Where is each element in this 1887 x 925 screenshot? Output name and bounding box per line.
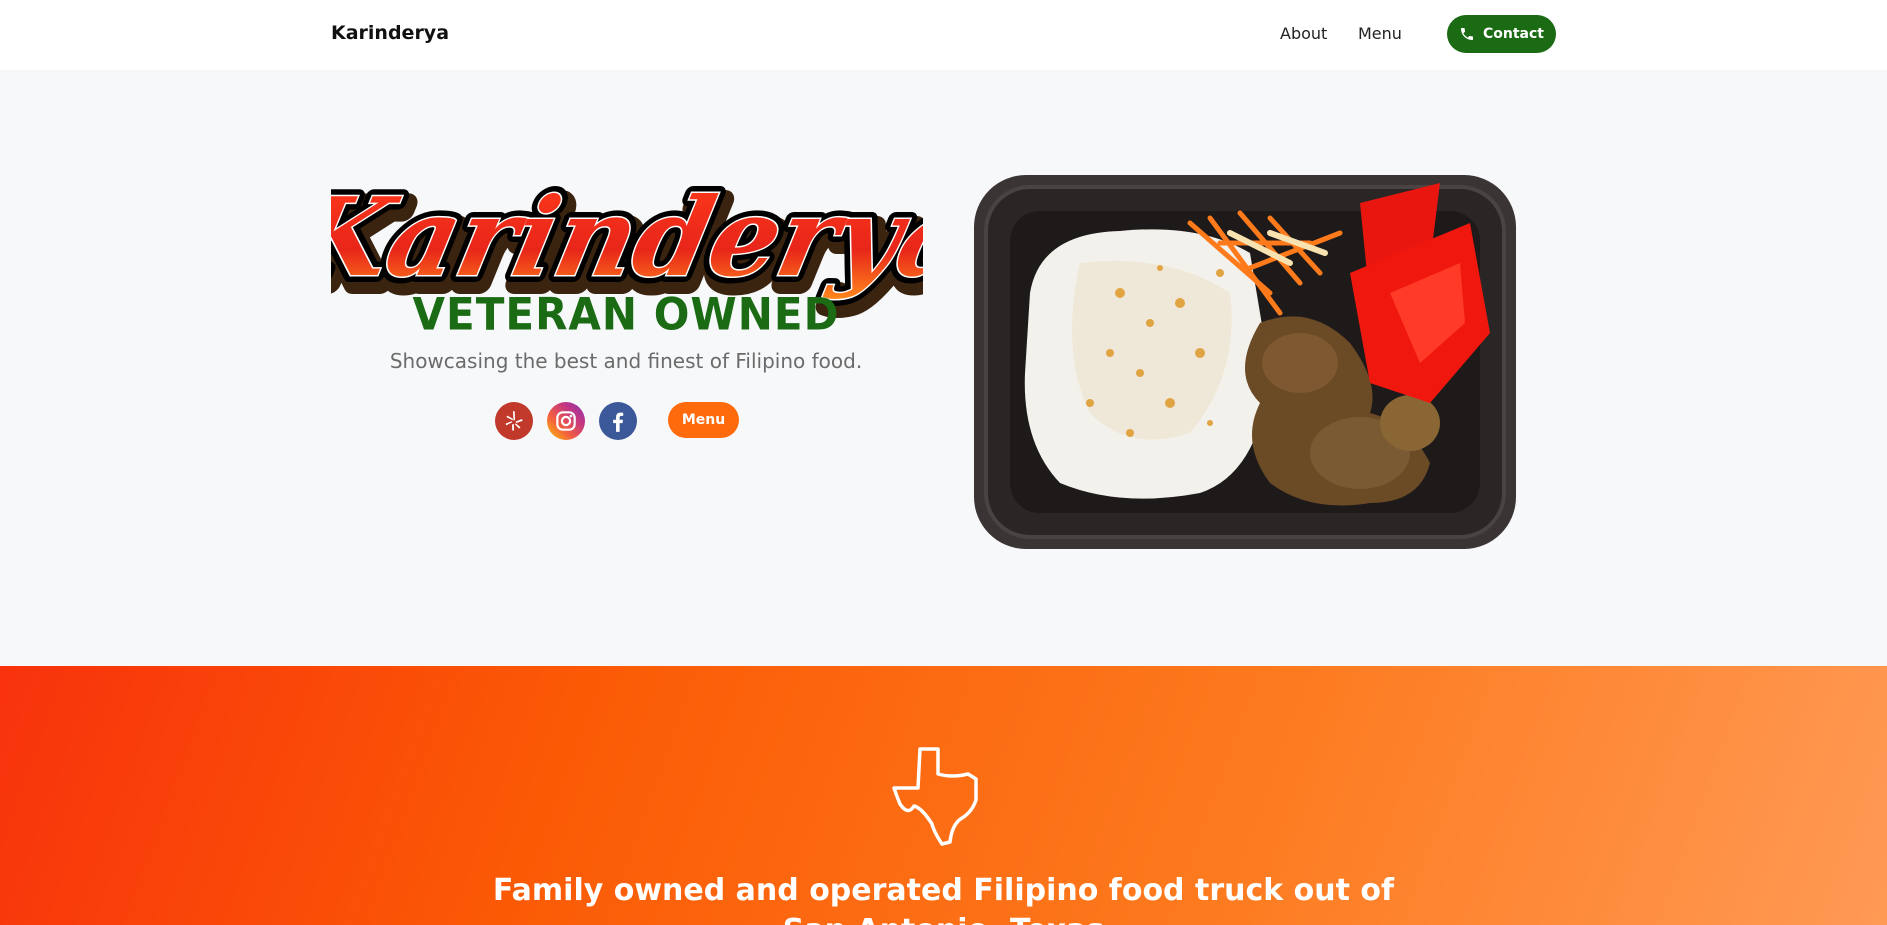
hero-menu-button[interactable]: Menu <box>668 402 739 438</box>
hero-tagline: Showcasing the best and finest of Filipi… <box>389 349 863 373</box>
texas-state-icon <box>892 747 978 846</box>
navbar: Karinderya About Menu Contact <box>0 0 1887 70</box>
contact-button-label: Contact <box>1483 26 1544 42</box>
hero-section <box>0 70 1887 666</box>
instagram-icon <box>556 411 576 431</box>
facebook-link[interactable] <box>599 402 637 440</box>
contact-button[interactable]: Contact <box>1447 15 1556 53</box>
food-tray-image <box>970 173 1520 553</box>
social-links <box>495 401 651 441</box>
logo-main-text: Karinderya <box>331 173 923 301</box>
nav-link-about[interactable]: About <box>1280 24 1327 43</box>
instagram-link[interactable] <box>547 402 585 440</box>
veteran-owned-heading: VETERAN OWNED <box>412 288 840 341</box>
brand-logo-text[interactable]: Karinderya <box>331 22 449 44</box>
band-heading-line-1: Family owned and operated Filipino food … <box>492 873 1395 908</box>
yelp-icon <box>505 411 523 431</box>
yelp-link[interactable] <box>495 402 533 440</box>
band-heading-line-2: San Antonio, Texas <box>0 911 1887 925</box>
nav-link-menu[interactable]: Menu <box>1358 24 1402 43</box>
about-band: Family owned and operated Filipino food … <box>0 666 1887 925</box>
phone-icon <box>1461 28 1473 40</box>
facebook-icon <box>613 412 624 432</box>
band-heading: Family owned and operated Filipino food … <box>0 871 1887 925</box>
